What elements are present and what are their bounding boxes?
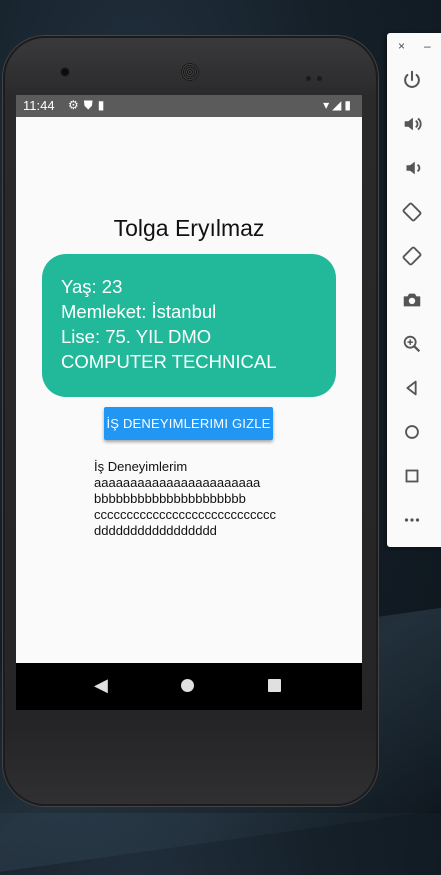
earpiece-speaker: [181, 63, 199, 81]
rotate-left-icon[interactable]: [398, 198, 426, 226]
experience-list: İş Deneyimlerim aaaaaaaaaaaaaaaaaaaaaaa …: [94, 459, 276, 539]
navigation-bar: ◀: [16, 663, 362, 710]
wifi-icon: ▾: [323, 98, 333, 112]
experience-item: aaaaaaaaaaaaaaaaaaaaaaa: [94, 475, 261, 490]
school-text-line2: COMPUTER TECHNICAL: [61, 351, 277, 372]
camera-icon[interactable]: [398, 286, 426, 314]
back-icon[interactable]: [398, 374, 426, 402]
volume-up-icon[interactable]: [398, 110, 426, 138]
overview-icon[interactable]: [398, 462, 426, 490]
battery-icon: ▮: [344, 98, 354, 112]
hometown-text: Memleket: İstanbul: [61, 301, 217, 322]
sensors: [306, 68, 332, 81]
shield-icon: ⛊: [83, 98, 98, 112]
minimize-icon[interactable]: –: [424, 39, 431, 53]
hide-experience-button[interactable]: İŞ DENEYIMLERIMI GIZLE: [104, 407, 273, 440]
more-icon[interactable]: [398, 506, 426, 534]
emulator-toolbar: × –: [387, 33, 441, 547]
recents-icon[interactable]: [268, 679, 281, 692]
gear-icon: ⚙: [68, 98, 84, 112]
home-icon[interactable]: [398, 418, 426, 446]
home-icon[interactable]: [181, 679, 194, 692]
panel-window-controls: × –: [387, 39, 441, 53]
experience-heading: İş Deneyimlerim: [94, 459, 188, 474]
signal-icon: ◢: [332, 98, 345, 112]
profile-info-card: Yaş: 23 Memleket: İstanbul Lise: 75. YIL…: [42, 254, 336, 397]
volume-down-icon[interactable]: [398, 154, 426, 182]
device-screen: 11:44 ⚙⛊▮ ▾◢▮ Tolga Eryılmaz Yaş: 23 Mem…: [16, 95, 362, 710]
status-bar: 11:44 ⚙⛊▮ ▾◢▮: [16, 95, 362, 117]
close-icon[interactable]: ×: [398, 39, 405, 53]
profile-name: Tolga Eryılmaz: [113, 215, 265, 241]
experience-item: ddddddddddddddddd: [94, 523, 217, 538]
school-text-line1: Lise: 75. YIL DMO: [61, 326, 212, 347]
experience-item: bbbbbbbbbbbbbbbbbbbbb: [94, 491, 246, 506]
status-time: 11:44: [23, 98, 55, 113]
back-icon[interactable]: ◀: [94, 675, 108, 696]
rotate-right-icon[interactable]: [398, 242, 426, 270]
front-camera: [60, 67, 70, 77]
sd-card-icon: ▮: [97, 98, 110, 112]
age-text: Yaş: 23: [61, 276, 123, 297]
power-icon[interactable]: [398, 66, 426, 94]
status-system-icons: ▾◢▮: [323, 98, 354, 112]
experience-item: cccccccccccccccccccccccccccc: [94, 507, 276, 522]
zoom-icon[interactable]: [398, 330, 426, 358]
status-notification-icons: ⚙⛊▮: [68, 98, 109, 113]
